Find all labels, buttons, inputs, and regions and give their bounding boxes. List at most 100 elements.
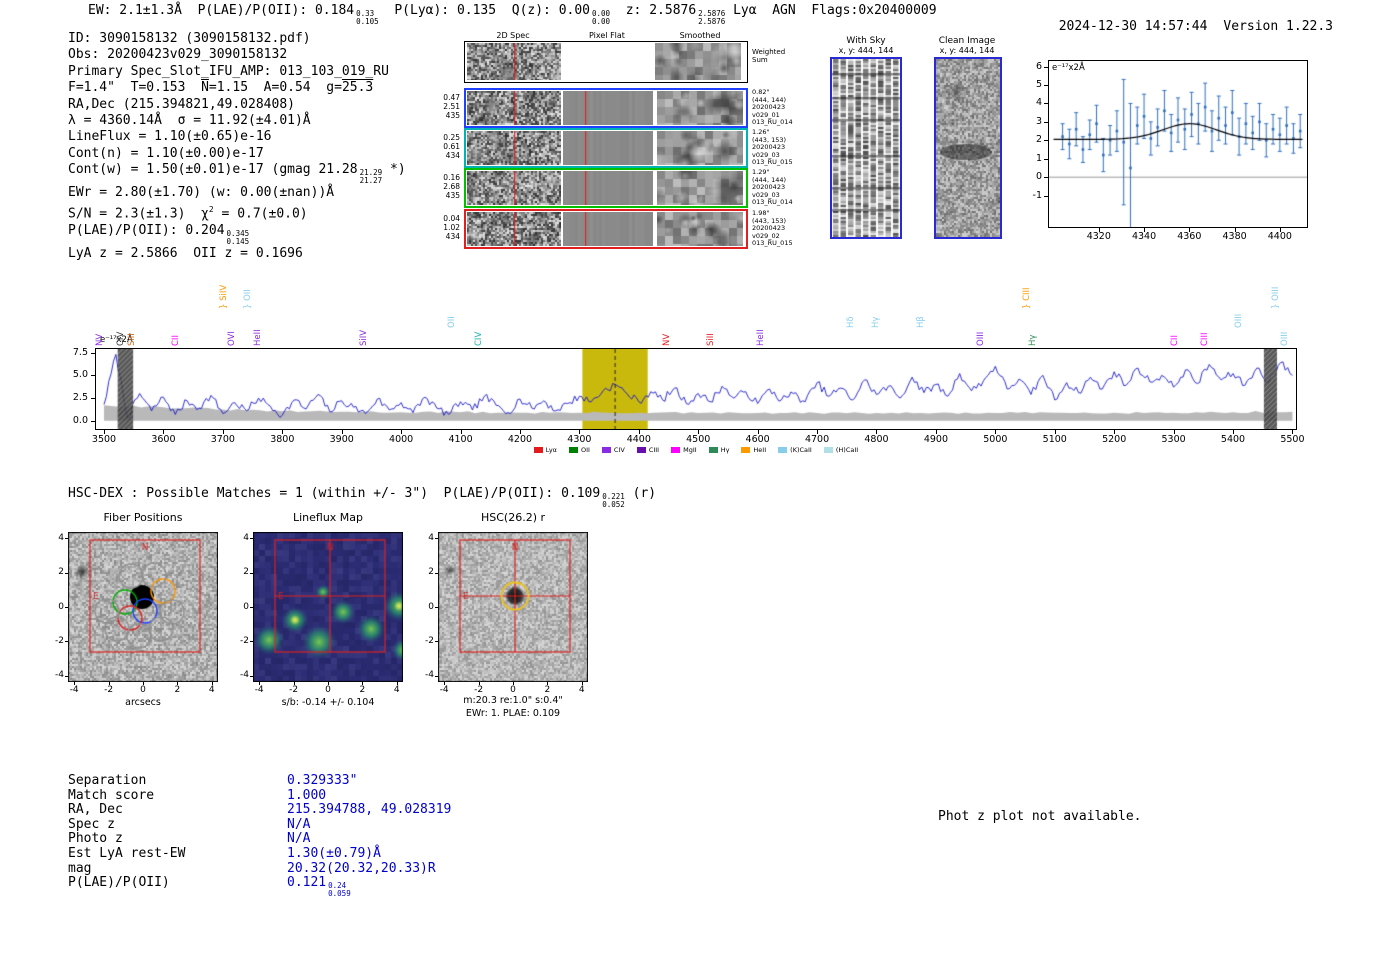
info-line: LineFlux = 1.10(±0.65)e-16 — [68, 129, 406, 145]
info-line: Cont(w) = 1.50(±0.01)e-17 (gmag 21.28 21.… — [68, 162, 406, 185]
text-segment: F=1.4" T=0.153 — [68, 80, 202, 96]
fraction-bottom: 0.059 — [328, 889, 351, 899]
y-tick-label: 2 — [428, 567, 434, 578]
text-segment: S/N = 2.3(±1.3) χ — [68, 206, 209, 222]
emission-line-label: OIII — [975, 331, 986, 346]
hsc-dex-summary: HSC-DEX : Possible Matches = 1 (within +… — [68, 486, 656, 509]
text-segment: P(Lyα): 0.135 Q(z): 0.00 — [378, 3, 591, 18]
y-tick-mark — [1044, 103, 1048, 105]
x-tick-label: 3600 — [151, 434, 176, 445]
y-tick-mark — [65, 538, 68, 540]
x-tick-label: 4320 — [1086, 231, 1111, 242]
spec2d-row — [464, 168, 748, 208]
y-tick-label: -4 — [55, 670, 64, 681]
weighted-2dspec-image — [467, 43, 561, 80]
x-tick-label: 5100 — [1042, 434, 1067, 445]
emission-line-label: Hγ — [870, 316, 881, 328]
emission-line-label: Hδ — [845, 316, 856, 328]
spec2d-row-stats: 0.47 2.51 435 — [424, 93, 460, 120]
smoothed-image — [657, 91, 743, 125]
report-datetime: 2024-12-30 14:57:44 — [1058, 19, 1208, 35]
y-tick-mark — [65, 675, 68, 677]
x-tick-label: 3900 — [329, 434, 354, 445]
emission-line-label: OVI — [227, 331, 238, 346]
legend-swatch — [778, 447, 788, 453]
info-line: P(LAE)/P(OII): 0.204 0.345 0.145 — [68, 223, 406, 246]
phot-z-note: Phot z plot not available. — [938, 809, 1142, 824]
header-meta: 2024-12-30 14:57:44 Version 1.22.3 — [1027, 3, 1333, 52]
fraction-segment: 0.221 0.052 — [602, 492, 625, 509]
x-tick-label: -2 — [104, 685, 114, 695]
x-tick-label: 4600 — [745, 434, 770, 445]
emission-line-label: CIV — [115, 331, 126, 346]
x-tick-label: 0 — [325, 685, 331, 695]
fraction-bottom: 0.00 — [592, 17, 611, 27]
linefit-ylabel: e⁻¹⁷x2Å — [1052, 63, 1085, 73]
legend-swatch — [568, 447, 578, 453]
legend-label: Lyα — [545, 446, 557, 454]
x-tick-label: 4 — [578, 685, 585, 695]
smoothed-image — [657, 131, 743, 165]
x-tick-label: 4000 — [389, 434, 414, 445]
info-line: λ = 4360.14Å σ = 11.92(±4.01)Å — [68, 113, 406, 129]
y-tick-label: 4 — [58, 532, 64, 543]
legend-label: HeII — [753, 446, 767, 454]
stat-value: 0.04 — [443, 214, 460, 223]
info-line: RA,Dec (215.394821,49.028408) — [68, 97, 406, 113]
y-tick-mark — [1044, 121, 1048, 123]
spec2d-image — [467, 171, 561, 205]
weighted-sum-label: Weighted Sum — [752, 48, 785, 64]
text-segment: HSC-DEX : Possible Matches = 1 (within +… — [68, 486, 601, 501]
text-segment: P(LAE)/P(OII): 0.204 — [68, 222, 225, 238]
y-tick-mark — [435, 641, 438, 643]
emission-line-label: } OII — [243, 289, 254, 309]
x-tick-label: 5200 — [1102, 434, 1127, 445]
lineflux-map-title: Lineflux Map — [292, 511, 364, 524]
emission-line-label: OIII — [1280, 331, 1291, 346]
pixel-flat-image — [563, 91, 653, 125]
legend-label: (K)CaII — [790, 446, 812, 454]
x-tick-label: 5400 — [1220, 434, 1246, 445]
y-tick-label: -4 — [240, 670, 249, 681]
x-tick-label: 3500 — [91, 434, 117, 445]
fraction-segment: 0.33 0.105 — [356, 9, 379, 26]
y-tick-mark — [250, 572, 253, 574]
spec2d-row-annotation: 1.29" (444, 144) 20200423 v029_03 013_RU_014 — [752, 168, 793, 207]
weighted-label-line2: Sum — [752, 56, 768, 64]
emission-line-label: NV — [95, 333, 106, 346]
text-segment: λ = 4360.14Å σ = 11.92(±4.01)Å — [68, 113, 311, 129]
info-line: EWr = 2.80(±1.70) (w: 0.00(±nan))Å — [68, 185, 406, 201]
col-header-pixelflat: Pixel Flat — [589, 31, 625, 40]
legend-label: Hγ — [720, 446, 730, 454]
y-tick-mark — [65, 641, 68, 643]
weighted-sum-row — [464, 41, 748, 83]
x-tick-label: 5500 — [1280, 434, 1305, 445]
y-tick-label: 6 — [1035, 60, 1042, 72]
emission-line-label: } OIII — [1270, 286, 1281, 309]
weighted-smoothed-image — [655, 43, 741, 80]
y-tick-label: 0 — [428, 601, 434, 612]
legend-item: (H)CaII — [823, 446, 858, 454]
clean-image-coords: x, y: 444, 144 — [939, 46, 995, 55]
x-tick-label: 2 — [544, 685, 551, 695]
y-tick-label: -4 — [425, 670, 434, 681]
legend-item: CIV — [601, 446, 625, 454]
info-line: LyA z = 2.5866 OII z = 0.1696 — [68, 246, 406, 262]
text-segment: (r) — [624, 486, 657, 501]
legend-label: MgII — [683, 446, 697, 454]
y-tick-mark — [1044, 140, 1048, 142]
legend-label: CIII — [648, 446, 660, 454]
emission-line-label: CIV — [473, 331, 484, 346]
text-segment: Cont(w) = 1.50(±0.01)e-17 (gmag 21.28 — [68, 162, 358, 178]
x-tick-label: 4100 — [448, 434, 473, 445]
annotation-line: 013_RU_015 — [752, 158, 793, 167]
fraction-segment: 0.24 0.059 — [328, 882, 351, 898]
y-tick-label: 2 — [1035, 134, 1042, 146]
x-tick-label: 5300 — [1161, 434, 1186, 445]
spec2d-row-annotation: 0.82" (444, 144) 20200423 v029_01 013_RU_014 — [752, 88, 793, 127]
legend-label: OII — [580, 446, 590, 454]
annotation-line: 013_RU_015 — [752, 239, 793, 248]
x-tick-label: 3800 — [270, 434, 295, 445]
stat-value: 434 — [445, 151, 460, 160]
emission-line-label: CII — [1170, 335, 1181, 346]
